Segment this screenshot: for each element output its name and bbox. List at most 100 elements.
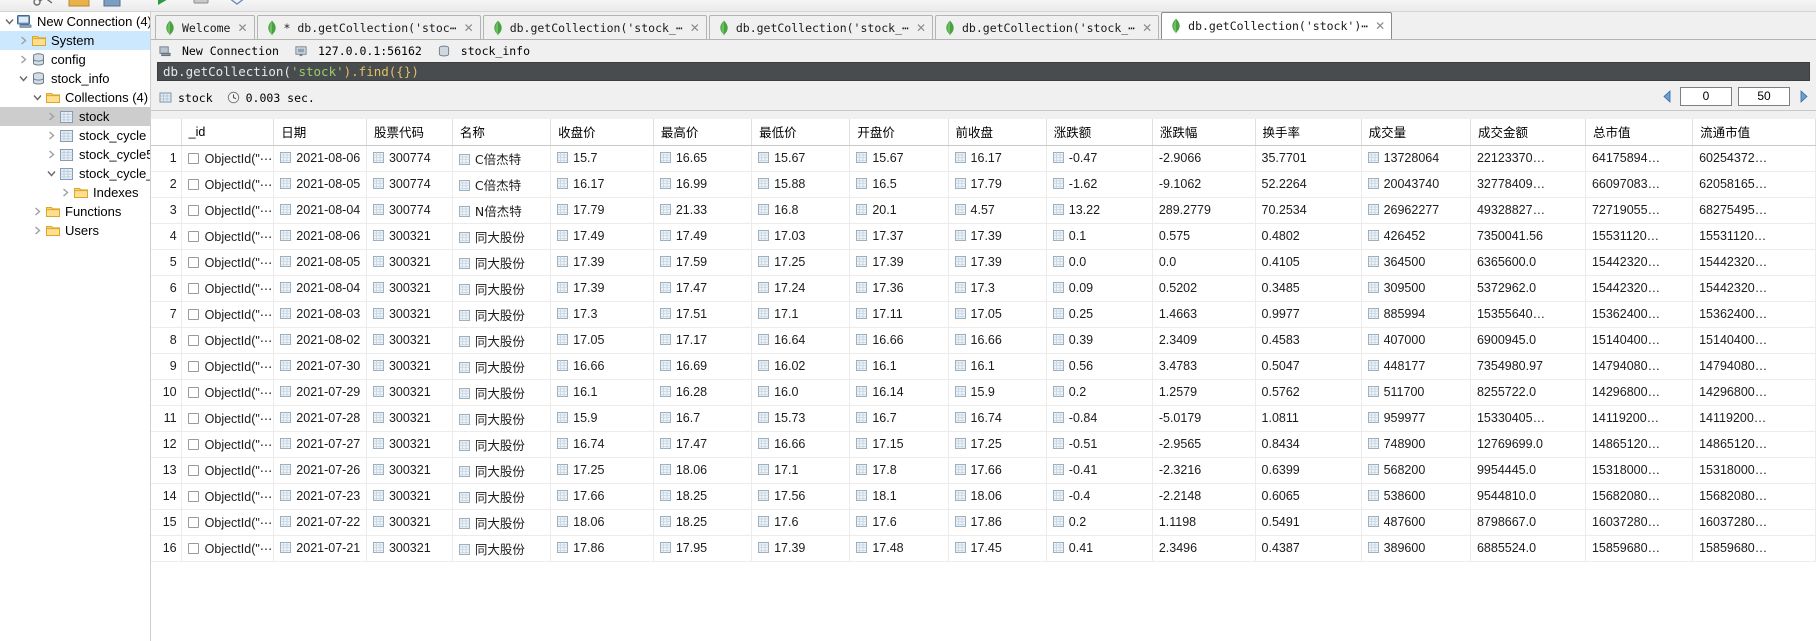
cell-high[interactable]: 16.65: [653, 145, 753, 172]
cell-vol[interactable]: 885994: [1361, 301, 1471, 328]
cell-date[interactable]: 2021-08-05: [273, 171, 367, 198]
cell-name[interactable]: 同大股份: [452, 509, 552, 536]
cell-prev[interactable]: 17.86: [948, 509, 1047, 536]
cell-pct[interactable]: -2.2148: [1152, 483, 1256, 510]
cell-name[interactable]: 同大股份: [452, 327, 552, 354]
cell-chg[interactable]: -0.4: [1046, 483, 1153, 510]
cell-fcap[interactable]: 15442320…: [1692, 275, 1816, 302]
cell-high[interactable]: 18.25: [653, 509, 753, 536]
cell-low[interactable]: 17.24: [751, 275, 851, 302]
column-header[interactable]: 收盘价: [550, 119, 654, 146]
cell-open[interactable]: 17.36: [849, 275, 949, 302]
cell-name[interactable]: N倍杰特: [452, 197, 552, 224]
cell-open[interactable]: 17.39: [849, 249, 949, 276]
cell-turn[interactable]: 0.3485: [1255, 275, 1362, 302]
editor-tab[interactable]: db.getCollection('stock_⋯ ✕: [708, 15, 933, 39]
sidebar-item-collections-4[interactable]: Collections (4): [0, 88, 150, 107]
table-row[interactable]: 5 ObjectId("⋯ 2021-08-05 300321 同大股份 17.39 17.…: [151, 249, 1816, 276]
column-header[interactable]: 涨跌额: [1046, 119, 1153, 146]
table-row[interactable]: 6 ObjectId("⋯ 2021-08-04 300321 同大股份 17.39 17.…: [151, 275, 1816, 302]
cell-high[interactable]: 17.95: [653, 535, 753, 562]
cell-high[interactable]: 17.17: [653, 327, 753, 354]
cell-close[interactable]: 17.86: [550, 535, 654, 562]
cell-turn[interactable]: 0.9977: [1255, 301, 1362, 328]
cell-prev[interactable]: 17.25: [948, 431, 1047, 458]
cell-amt[interactable]: 49328827…: [1470, 197, 1586, 224]
cell-turn[interactable]: 0.5491: [1255, 509, 1362, 536]
chevron-right-icon[interactable]: [16, 31, 30, 50]
cell-chg[interactable]: 0.39: [1046, 327, 1153, 354]
cell-vol[interactable]: 959977: [1361, 405, 1471, 432]
query-editor[interactable]: db.getCollection( 'stock' ).find({}): [157, 62, 1810, 81]
cell-open[interactable]: 17.11: [849, 301, 949, 328]
editor-tab[interactable]: db.getCollection('stock_⋯ ✕: [935, 15, 1160, 39]
cell-fcap[interactable]: 15140400…: [1692, 327, 1816, 354]
chevron-right-icon[interactable]: [58, 183, 72, 202]
cell-amt[interactable]: 12769699.0: [1470, 431, 1586, 458]
chevron-right-icon[interactable]: [30, 221, 44, 240]
cell-fcap[interactable]: 68275495…: [1692, 197, 1816, 224]
cell-turn[interactable]: 0.6399: [1255, 457, 1362, 484]
cell-prev[interactable]: 16.74: [948, 405, 1047, 432]
cell-fcap[interactable]: 16037280…: [1692, 509, 1816, 536]
cell-prev[interactable]: 17.3: [948, 275, 1047, 302]
cell-id[interactable]: ObjectId("⋯: [181, 275, 275, 302]
cell-vol[interactable]: 487600: [1361, 509, 1471, 536]
column-header[interactable]: 前收盘: [948, 119, 1047, 146]
cell-mcap[interactable]: 14296800…: [1585, 379, 1694, 406]
cell-amt[interactable]: 8798667.0: [1470, 509, 1586, 536]
cell-turn[interactable]: 0.4802: [1255, 223, 1362, 250]
cell-code[interactable]: 300774: [366, 145, 453, 172]
chevron-right-icon[interactable]: [44, 126, 58, 145]
chevron-right-icon[interactable]: [44, 107, 58, 126]
cell-amt[interactable]: 8255722.0: [1470, 379, 1586, 406]
cell-name[interactable]: 同大股份: [452, 535, 552, 562]
cell-pct[interactable]: 0.0: [1152, 249, 1256, 276]
sidebar-item-new-connection-4[interactable]: New Connection (4): [0, 12, 150, 31]
cell-close[interactable]: 17.49: [550, 223, 654, 250]
row-number-header[interactable]: [151, 119, 182, 146]
cell-name[interactable]: C倍杰特: [452, 145, 552, 172]
cell-mcap[interactable]: 15859680…: [1585, 535, 1694, 562]
cell-id[interactable]: ObjectId("⋯: [181, 483, 275, 510]
cell-high[interactable]: 17.49: [653, 223, 753, 250]
cell-chg[interactable]: 0.2: [1046, 509, 1153, 536]
close-icon[interactable]: ✕: [237, 22, 247, 34]
cell-low[interactable]: 16.02: [751, 353, 851, 380]
cell-turn[interactable]: 52.2264: [1255, 171, 1362, 198]
cell-turn[interactable]: 0.5047: [1255, 353, 1362, 380]
cell-fcap[interactable]: 15682080…: [1692, 483, 1816, 510]
close-icon[interactable]: ✕: [464, 22, 474, 34]
cell-close[interactable]: 16.66: [550, 353, 654, 380]
cell-close[interactable]: 17.66: [550, 483, 654, 510]
cell-prev[interactable]: 17.05: [948, 301, 1047, 328]
cell-vol[interactable]: 20043740: [1361, 171, 1471, 198]
scissors-icon[interactable]: [32, 0, 58, 10]
cell-turn[interactable]: 1.0811: [1255, 405, 1362, 432]
cell-amt[interactable]: 6900945.0: [1470, 327, 1586, 354]
cell-amt[interactable]: 9954445.0: [1470, 457, 1586, 484]
chevron-right-icon[interactable]: [16, 50, 30, 69]
column-header[interactable]: 换手率: [1255, 119, 1362, 146]
cell-chg[interactable]: 0.56: [1046, 353, 1153, 380]
cell-fcap[interactable]: 14296800…: [1692, 379, 1816, 406]
cell-vol[interactable]: 13728064: [1361, 145, 1471, 172]
cell-amt[interactable]: 9544810.0: [1470, 483, 1586, 510]
cell-pct[interactable]: -2.3216: [1152, 457, 1256, 484]
cell-chg[interactable]: -0.51: [1046, 431, 1153, 458]
sidebar-item-indexes[interactable]: Indexes: [0, 183, 150, 202]
cell-name[interactable]: 同大股份: [452, 249, 552, 276]
cell-vol[interactable]: 748900: [1361, 431, 1471, 458]
table-row[interactable]: 16 ObjectId("⋯ 2021-07-21 300321 同大股份 17.86 17…: [151, 535, 1816, 562]
cell-close[interactable]: 15.7: [550, 145, 654, 172]
editor-tab[interactable]: Welcome ✕: [155, 15, 255, 39]
cell-name[interactable]: 同大股份: [452, 301, 552, 328]
column-header[interactable]: 日期: [273, 119, 367, 146]
cell-chg[interactable]: -1.62: [1046, 171, 1153, 198]
cell-pct[interactable]: 0.575: [1152, 223, 1256, 250]
cell-mcap[interactable]: 15318000…: [1585, 457, 1694, 484]
pagination-controls[interactable]: 0 50: [1660, 87, 1810, 106]
sidebar-item-users[interactable]: Users: [0, 221, 150, 240]
cell-pct[interactable]: -9.1062: [1152, 171, 1256, 198]
cell-prev[interactable]: 15.9: [948, 379, 1047, 406]
